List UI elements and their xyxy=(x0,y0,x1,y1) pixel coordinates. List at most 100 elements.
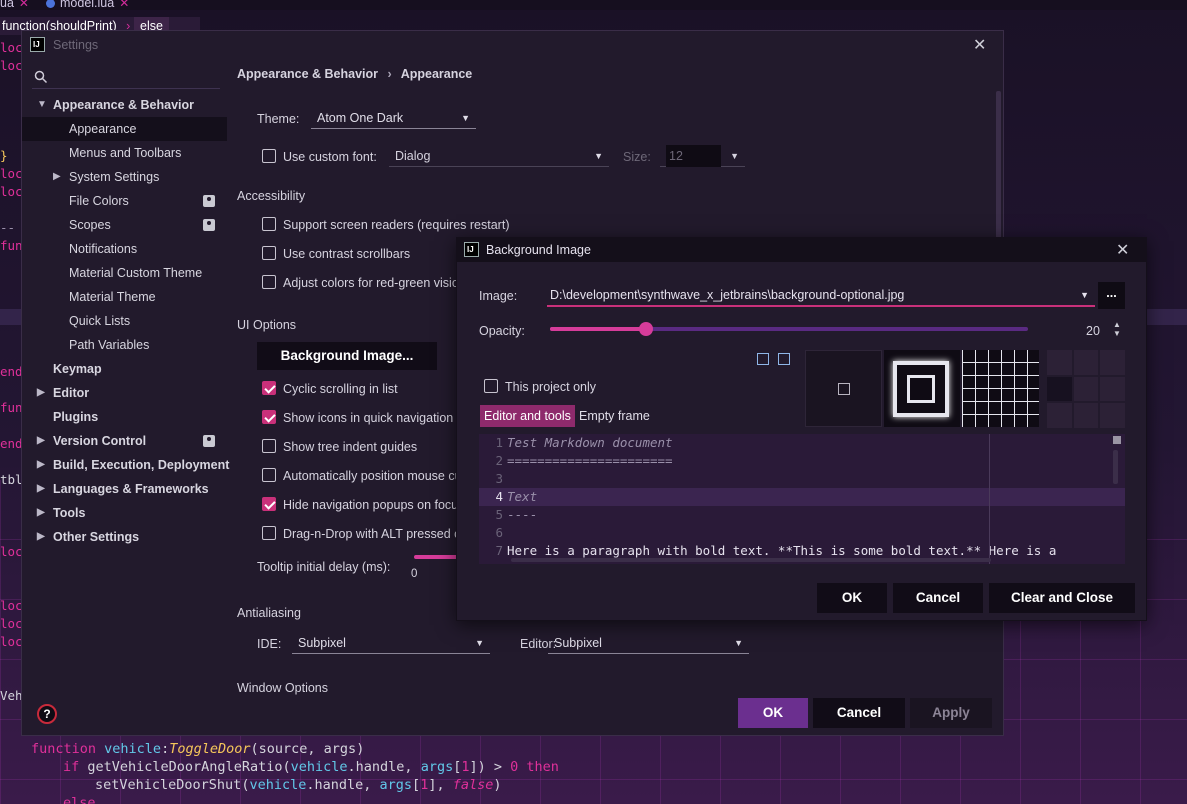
close-icon[interactable]: ✕ xyxy=(1116,240,1129,260)
sidebar-item-label: Material Custom Theme xyxy=(69,266,203,280)
editor-tab[interactable]: ua ✕ xyxy=(0,0,29,11)
code-token: args xyxy=(420,759,454,775)
drag-drop-alt-checkbox[interactable] xyxy=(262,526,276,540)
content-scrollbar[interactable] xyxy=(996,91,1001,251)
sidebar-item-build[interactable]: ▶ Build, Execution, Deployment xyxy=(22,453,229,477)
anchor-cell[interactable] xyxy=(1100,350,1125,375)
anchor-cell[interactable] xyxy=(1100,376,1125,402)
fill-mode-icon[interactable] xyxy=(757,353,769,365)
preview-tile-tile[interactable] xyxy=(962,350,1039,427)
theme-select[interactable]: Atom One Dark ▼ xyxy=(311,107,476,129)
sidebar-item-material-custom-theme[interactable]: Material Custom Theme xyxy=(22,261,227,285)
background-image-button[interactable]: Background Image... xyxy=(257,342,437,370)
quick-nav-icons-label: Show icons in quick navigation xyxy=(283,411,454,425)
caret-down-icon: ▼ xyxy=(734,638,743,648)
sidebar-item-system-settings[interactable]: ▶ System Settings xyxy=(22,165,227,189)
contrast-scrollbars-checkbox[interactable] xyxy=(262,246,276,260)
gutter-text: -- xyxy=(0,220,16,235)
help-icon[interactable]: ? xyxy=(37,704,57,724)
opacity-value[interactable]: 20 xyxy=(1086,324,1100,338)
sidebar-item-version-control[interactable]: ▶ Version Control xyxy=(22,429,227,453)
opacity-spinner[interactable]: ▲ ▼ xyxy=(1113,320,1121,338)
spinner-up-icon[interactable]: ▲ xyxy=(1113,320,1121,329)
breadcrumb-parent[interactable]: Appearance & Behavior xyxy=(237,67,378,81)
gutter-text: loc xyxy=(0,598,23,613)
dialog-ok-button[interactable]: OK xyxy=(817,583,887,613)
anchor-position-grid[interactable] xyxy=(1047,350,1125,428)
tooltip-delay-slider[interactable] xyxy=(414,555,459,559)
line-number: 3 xyxy=(495,471,503,486)
font-select[interactable]: Dialog ▼ xyxy=(389,145,609,167)
code-token: getVehicleDoorAngleRatio xyxy=(87,759,283,775)
hide-nav-popups-checkbox[interactable] xyxy=(262,497,276,511)
hide-nav-popups-label: Hide navigation popups on focu xyxy=(283,498,459,512)
caret-down-icon: ▼ xyxy=(475,638,484,648)
caret-down-icon: ▼ xyxy=(1080,290,1089,300)
custom-font-checkbox[interactable] xyxy=(262,149,276,163)
cancel-button[interactable]: Cancel xyxy=(813,698,905,728)
preview-center-tile[interactable] xyxy=(805,350,882,427)
anchor-cell[interactable] xyxy=(1073,403,1099,428)
ok-button[interactable]: OK xyxy=(738,698,808,728)
accessibility-header: Accessibility xyxy=(237,189,306,203)
tree-indent-checkbox[interactable] xyxy=(262,439,276,453)
screen-reader-checkbox[interactable] xyxy=(262,217,276,231)
sidebar-item-tools[interactable]: ▶ Tools xyxy=(22,501,227,525)
chevron-right-icon: ▶ xyxy=(37,459,45,470)
sidebar-item-path-variables[interactable]: Path Variables xyxy=(22,333,227,357)
code-token: args xyxy=(379,777,413,793)
sidebar-item-appearance-behavior[interactable]: ▼ Appearance & Behavior xyxy=(22,93,227,117)
red-green-checkbox[interactable] xyxy=(262,275,276,289)
search-input[interactable] xyxy=(32,65,220,89)
sidebar-item-plugins[interactable]: Plugins xyxy=(22,405,227,429)
close-icon[interactable]: ✕ xyxy=(973,35,986,55)
this-project-only-checkbox[interactable] xyxy=(484,379,498,393)
close-icon[interactable]: ✕ xyxy=(19,0,29,10)
tab-empty-frame[interactable]: Empty frame xyxy=(575,405,654,427)
size-select[interactable]: 12 ▼ xyxy=(660,145,745,167)
anchor-cell[interactable] xyxy=(1073,376,1099,402)
ide-aa-select[interactable]: Subpixel ▼ xyxy=(292,632,490,654)
sidebar-item-material-theme[interactable]: Material Theme xyxy=(22,285,227,309)
sidebar-item-notifications[interactable]: Notifications xyxy=(22,237,227,261)
sidebar-item-languages[interactable]: ▶ Languages & Frameworks xyxy=(22,477,227,501)
sidebar-item-label: File Colors xyxy=(69,194,129,208)
dialog-titlebar: IJ Background Image ✕ xyxy=(457,238,1146,262)
code-token: ) xyxy=(356,741,365,757)
line-number: 4 xyxy=(495,489,503,504)
close-icon[interactable]: ✕ xyxy=(119,0,129,10)
cyclic-scrolling-checkbox[interactable] xyxy=(262,381,276,395)
anchor-cell[interactable] xyxy=(1047,350,1072,375)
preview-hscrollbar[interactable] xyxy=(511,558,991,562)
sidebar-item-appearance[interactable]: Appearance xyxy=(22,117,227,141)
apply-button[interactable]: Apply xyxy=(910,698,992,728)
sidebar-item-quick-lists[interactable]: Quick Lists xyxy=(22,309,227,333)
dialog-cancel-button[interactable]: Cancel xyxy=(893,583,983,613)
opacity-slider-knob[interactable] xyxy=(639,322,653,336)
tab-editor-and-tools[interactable]: Editor and tools xyxy=(480,405,575,427)
sidebar-item-menus-toolbars[interactable]: Menus and Toolbars xyxy=(22,141,227,165)
sidebar-item-other-settings[interactable]: ▶ Other Settings xyxy=(22,525,227,549)
clear-and-close-button[interactable]: Clear and Close xyxy=(989,583,1135,613)
sidebar-item-scopes[interactable]: Scopes xyxy=(22,213,227,237)
preview-line: 1 Test Markdown document xyxy=(479,434,1125,452)
code-line: else xyxy=(63,795,96,804)
tile-mode-icon[interactable] xyxy=(778,353,790,365)
editor-aa-select[interactable]: Subpixel ▼ xyxy=(548,632,749,654)
anchor-cell[interactable] xyxy=(1047,403,1072,428)
sidebar-item-file-colors[interactable]: File Colors xyxy=(22,189,227,213)
anchor-cell[interactable] xyxy=(1073,350,1099,375)
preview-scale-tile[interactable] xyxy=(884,350,960,427)
anchor-cell[interactable] xyxy=(1047,376,1072,402)
spinner-down-icon[interactable]: ▼ xyxy=(1113,329,1121,338)
sidebar-item-keymap[interactable]: Keymap xyxy=(22,357,227,381)
editor-tab[interactable]: model.lua ✕ xyxy=(46,0,129,11)
anchor-cell[interactable] xyxy=(1100,403,1125,428)
line-text: ---- xyxy=(507,507,538,522)
preview-vscrollbar[interactable] xyxy=(1113,450,1118,484)
mouse-position-checkbox[interactable] xyxy=(262,468,276,482)
image-path-input[interactable]: D:\development\synthwave_x_jetbrains\bac… xyxy=(547,285,1095,307)
quick-nav-icons-checkbox[interactable] xyxy=(262,410,276,424)
browse-button[interactable]: ... xyxy=(1098,282,1125,309)
sidebar-item-editor[interactable]: ▶ Editor xyxy=(22,381,227,405)
